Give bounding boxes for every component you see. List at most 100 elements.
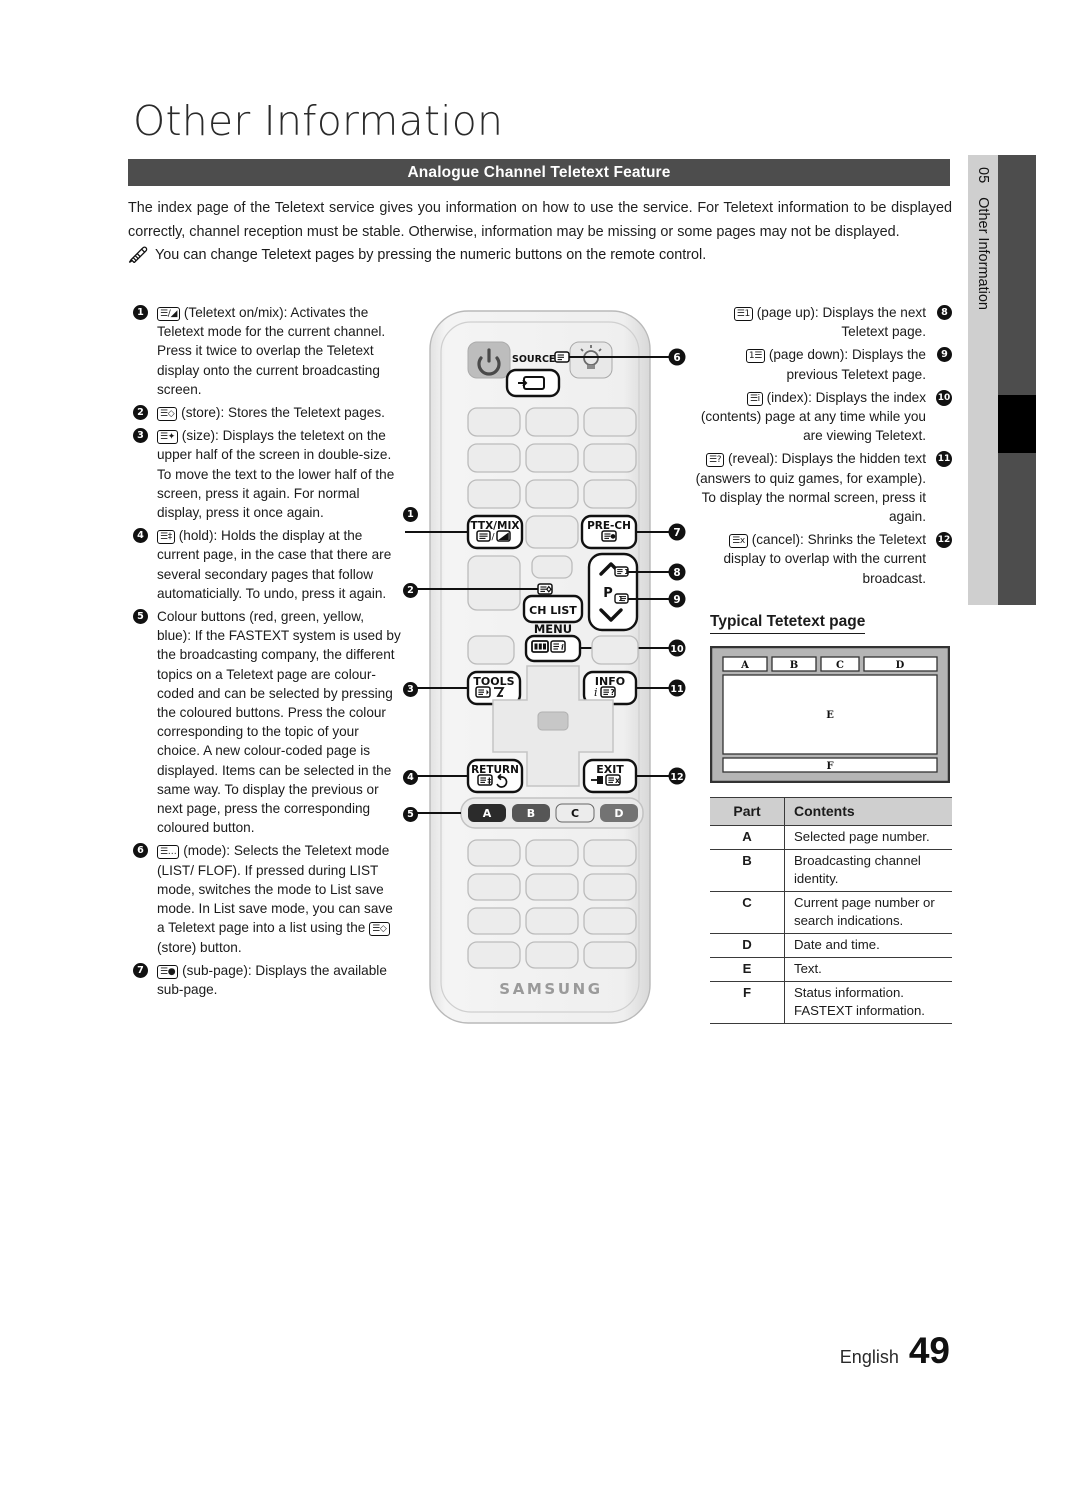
svg-text:TTX/MIX: TTX/MIX [471,520,520,532]
list-item: 11 ☰? (reveal): Displays the hidden text… [692,449,952,526]
callout-number: 5 [133,607,157,837]
remote-callout-4: 4 [403,768,418,786]
remote-callout-1: 1 [403,505,418,523]
teletext-key-glyph: ☰◇ [157,407,178,422]
table-cell-contents: Current page number or search indication… [784,891,952,934]
list-item-text: ☰◇ (store): Stores the Teletext pages. [157,403,401,422]
svg-text:12: 12 [670,772,683,783]
svg-text:E: E [826,710,834,721]
section-header-label: Analogue Channel Teletext Feature [407,163,671,181]
chapter-side-tab: 05 Other Information [968,155,998,605]
footer-language: English [839,1347,899,1367]
list-item-text: ☰1 (page up): Displays the next Teletext… [692,303,926,341]
list-item-body: (store): Stores the Teletext pages. [181,405,385,421]
table-cell-part: F [710,981,785,1024]
table-cell-part: B [710,849,785,892]
teletext-key-glyph: ☰✦ [157,430,179,445]
list-item-body: (Teletext on/mix): Activates the Teletex… [157,305,386,397]
list-item-text: ☰/◢ (Teletext on/mix): Activates the Tel… [157,303,401,399]
list-item: 9 1☰ (page down): Displays the previous … [692,345,952,383]
svg-text:B: B [790,660,798,671]
svg-text:10: 10 [670,644,684,655]
svg-text:SAMSUNG: SAMSUNG [499,980,602,998]
chapter-side-tab-label: 05 Other Information [968,155,998,605]
svg-text:9: 9 [673,594,680,606]
note-row: You can change Teletext pages by pressin… [128,244,952,266]
list-item: 8 ☰1 (page up): Displays the next Telete… [692,303,952,341]
table-cell-part: A [710,825,785,850]
typical-teletext-page-title: Typical Tetetext page [710,613,866,634]
table-header-part: Part [710,797,785,826]
list-item-text: ☰x (cancel): Shrinks the Teletext displa… [692,530,927,588]
svg-text:C: C [571,807,579,820]
svg-text:B: B [527,807,535,820]
svg-text:EXIT: EXIT [596,763,624,776]
table-cell-contents: Text. [784,957,952,982]
list-item: 7 ☰● (sub-page): Displays the available … [133,961,401,999]
teletext-key-glyph: ☰1 [733,307,753,321]
list-item-text: Colour buttons (red, green, yellow, blue… [157,607,401,837]
page-title: Other Information [133,97,504,145]
svg-text:F: F [826,761,833,772]
list-item-body: (cancel): Shrinks the Teletext display t… [723,532,927,586]
list-item-body: (size): Displays the teletext on the upp… [157,428,395,521]
svg-text:7: 7 [673,527,680,539]
list-item-body: (hold): Holds the display at the current… [157,528,392,601]
chapter-title: Other Information [975,197,991,310]
table-row: E Text. [710,957,952,982]
table-cell-contents: Status information. FASTEXT information. [784,981,952,1024]
svg-text:A: A [740,660,749,671]
svg-text:i: i [594,686,598,699]
section-header-bar: Analogue Channel Teletext Feature [128,159,950,186]
list-item-text: ☰● (sub-page): Displays the available su… [157,961,401,999]
table-row: B Broadcasting channel identity. [710,849,952,892]
svg-text:P: P [603,586,613,601]
table-row: A Selected page number. [710,825,952,850]
callout-number: 9 [926,345,952,383]
intro-paragraph: The index page of the Teletext service g… [128,200,952,240]
note-text: You can change Teletext pages by pressin… [155,247,707,263]
svg-text:8: 8 [673,567,680,579]
remote-callout-2: 2 [403,581,418,599]
list-item-body: (page down): Displays the previous Telet… [768,347,926,382]
callout-number: 4 [133,526,157,603]
callout-number: 8 [926,303,952,341]
list-item: 10 ☰i (index): Displays the index (conte… [692,388,952,446]
svg-text:6: 6 [673,352,680,364]
callout-number: 7 [133,961,157,999]
list-item-text: ☰i (index): Displays the index (contents… [692,388,926,446]
list-item-text: ☰✦ (size): Displays the teletext on the … [157,426,401,522]
table-row: F Status information. FASTEXT informatio… [710,981,952,1024]
list-item-body-3: (store) button. [157,939,242,955]
remote-callout-3: 3 [403,680,418,698]
remote-callout-5: 5 [403,805,418,823]
table-cell-contents: Date and time. [784,933,952,958]
left-description-column: 1 ☰/◢ (Teletext on/mix): Activates the T… [133,303,401,1003]
table-cell-contents: Broadcasting channel identity. [784,849,952,892]
svg-text:TOOLS: TOOLS [473,675,514,688]
svg-text:i: i [561,642,564,651]
chapter-index-bar [998,155,1036,605]
table-header-contents: Contents [784,797,952,826]
list-item-body: (page up): Displays the next Teletext pa… [756,305,926,340]
list-item: 4 ☰‡ (hold): Holds the display at the cu… [133,526,401,603]
list-item: 6 ☰… (mode): Selects the Teletext mode (… [133,841,401,956]
svg-text:D: D [614,807,623,820]
footer-page-number: 49 [908,1330,950,1371]
svg-text:PRE-CH: PRE-CH [587,520,631,532]
teletext-key-glyph-store: ☰◇ [369,922,390,937]
typical-teletext-page-diagram: A B C D E F [709,645,951,784]
part-contents-table: Part Contents A Selected page number. B … [710,797,952,1024]
table-cell-part: D [710,933,785,958]
table-cell-part: E [710,957,785,982]
right-description-column: 8 ☰1 (page up): Displays the next Telete… [692,303,952,592]
chapter-number: 05 [975,167,991,184]
table-header-row: Part Contents [710,797,952,826]
teletext-key-glyph: ☰… [157,845,180,860]
list-item-body: Colour buttons (red, green, yellow, blue… [157,609,401,836]
svg-text:x: x [615,776,620,785]
list-item: 1 ☰/◢ (Teletext on/mix): Activates the T… [133,303,401,399]
teletext-key-glyph: ☰x [729,534,748,549]
svg-text:C: C [836,660,844,671]
callout-number: 12 [926,530,952,588]
